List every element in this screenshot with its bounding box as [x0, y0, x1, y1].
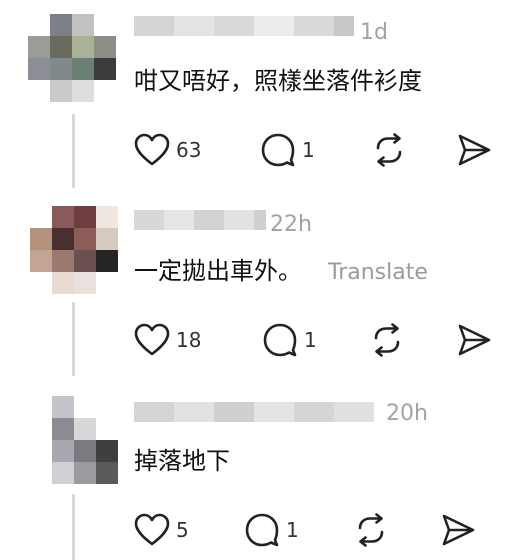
thread-line: [72, 494, 75, 560]
repost-icon: [358, 513, 384, 547]
comment-body: 一定拋出車外。: [134, 257, 302, 285]
reply-button[interactable]: 1: [262, 322, 317, 358]
timestamp: 20h: [386, 401, 428, 426]
like-count: 18: [176, 328, 202, 352]
timestamp: 1d: [360, 20, 388, 45]
avatar[interactable]: [28, 14, 116, 102]
heart-icon: [134, 133, 170, 166]
comment-text: 掉落地下: [134, 446, 230, 476]
timestamp: 22h: [270, 212, 312, 237]
repost-button[interactable]: [370, 322, 404, 358]
comment-text: 一定拋出車外。 Translate: [134, 256, 428, 288]
repost-button[interactable]: [372, 132, 406, 168]
comment-bubble-icon: [261, 133, 295, 167]
repost-icon: [374, 323, 400, 357]
repost-button[interactable]: [354, 512, 388, 548]
share-button[interactable]: [440, 512, 476, 548]
username-blurred[interactable]: [134, 210, 266, 230]
translate-link[interactable]: Translate: [328, 260, 428, 285]
comment-body: 咁又唔好，照樣坐落件衫度: [134, 67, 422, 95]
like-button[interactable]: 18: [134, 322, 201, 358]
username-blurred[interactable]: [134, 402, 374, 422]
comments-thread: 1d 咁又唔好，照樣坐落件衫度 63 1 22h 一定拋出車外。 Transla…: [0, 0, 512, 560]
heart-icon: [134, 323, 170, 356]
reply-count: 1: [286, 518, 299, 542]
username-blurred[interactable]: [134, 16, 354, 36]
reply-button[interactable]: 1: [244, 512, 299, 548]
like-button[interactable]: 63: [134, 132, 201, 168]
comment-body: 掉落地下: [134, 447, 230, 475]
comment-bubble-icon: [245, 513, 279, 547]
reply-count: 1: [302, 138, 315, 162]
reply-count: 1: [304, 328, 317, 352]
like-count: 5: [176, 518, 189, 542]
send-icon: [442, 514, 475, 546]
reply-button[interactable]: 1: [260, 132, 315, 168]
avatar[interactable]: [30, 396, 118, 484]
send-icon: [458, 324, 491, 356]
heart-icon: [134, 513, 170, 546]
comment-text: 咁又唔好，照樣坐落件衫度: [134, 66, 422, 96]
like-button[interactable]: 5: [134, 512, 189, 548]
repost-icon: [376, 133, 402, 167]
comment-bubble-icon: [263, 323, 297, 357]
thread-line: [72, 114, 75, 188]
send-icon: [458, 134, 491, 166]
share-button[interactable]: [456, 322, 492, 358]
share-button[interactable]: [456, 132, 492, 168]
avatar[interactable]: [30, 206, 118, 294]
thread-line: [72, 302, 75, 376]
like-count: 63: [176, 138, 202, 162]
